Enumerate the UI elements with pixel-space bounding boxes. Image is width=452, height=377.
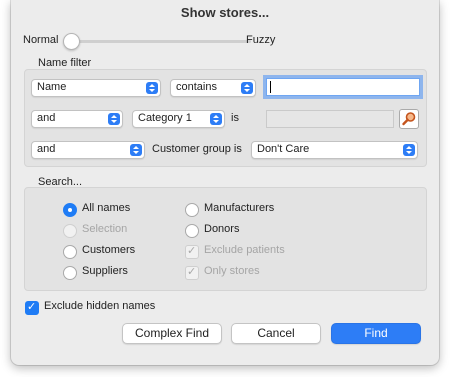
- suppliers-radio[interactable]: [63, 266, 77, 280]
- donors-radio[interactable]: [185, 224, 199, 238]
- updown-chevron-icon: [210, 113, 222, 125]
- selection-label: Selection: [82, 223, 128, 235]
- all-names-label: All names: [82, 202, 131, 214]
- match-slider-track[interactable]: [71, 40, 251, 43]
- category-popup-value: Category 1: [138, 112, 192, 124]
- checkmark-icon: ✓: [187, 266, 197, 278]
- exclude-hidden-checkbox[interactable]: ✓: [25, 301, 39, 315]
- checkmark-icon: ✓: [27, 301, 37, 313]
- updown-chevron-icon: [241, 82, 253, 94]
- name-filter-heading: Name filter: [38, 57, 92, 69]
- is-label: is: [231, 112, 239, 124]
- category-value-field: [266, 110, 394, 128]
- updown-chevron-icon: [403, 144, 415, 156]
- match-slider-knob[interactable]: [63, 33, 80, 50]
- customer-group-label: Customer group is: [152, 143, 242, 155]
- field-popup[interactable]: Name: [31, 79, 161, 97]
- customer-group-popup[interactable]: Don't Care: [251, 141, 418, 159]
- exclude-hidden-label: Exclude hidden names: [44, 300, 156, 312]
- text-caret: [270, 81, 271, 93]
- show-stores-dialog: Show stores... Normal Fuzzy Name filter …: [11, 0, 439, 365]
- slider-right-label: Fuzzy: [246, 34, 276, 46]
- updown-chevron-icon: [130, 144, 142, 156]
- find-button[interactable]: Find: [331, 323, 421, 344]
- manufacturers-radio[interactable]: [185, 203, 199, 217]
- donors-label: Donors: [204, 223, 240, 235]
- customers-radio[interactable]: [63, 245, 77, 259]
- complex-find-button[interactable]: Complex Find: [122, 323, 222, 344]
- selection-radio: [63, 224, 77, 238]
- conjunction-popup-1-value: and: [37, 112, 56, 124]
- exclude-patients-label: Exclude patients: [204, 244, 285, 256]
- operator-popup-value: contains: [176, 81, 217, 93]
- updown-chevron-icon: [108, 113, 120, 125]
- slider-left-label: Normal: [23, 34, 59, 46]
- only-stores-label: Only stores: [204, 265, 260, 277]
- all-names-radio[interactable]: [63, 203, 77, 217]
- cancel-button[interactable]: Cancel: [231, 323, 321, 344]
- conjunction-popup-2-value: and: [37, 143, 56, 155]
- suppliers-label: Suppliers: [82, 265, 128, 277]
- conjunction-popup-2[interactable]: and: [31, 141, 145, 159]
- lookup-button[interactable]: [399, 109, 419, 129]
- exclude-patients-checkbox: ✓: [185, 245, 199, 259]
- checkmark-icon: ✓: [187, 245, 197, 257]
- field-popup-value: Name: [37, 81, 67, 93]
- name-filter-input[interactable]: [266, 78, 420, 96]
- operator-popup[interactable]: contains: [170, 79, 256, 97]
- updown-chevron-icon: [146, 82, 158, 94]
- only-stores-checkbox: ✓: [185, 266, 199, 280]
- customer-group-popup-value: Don't Care: [257, 143, 310, 155]
- category-popup[interactable]: Category 1: [132, 110, 225, 128]
- conjunction-popup-1[interactable]: and: [31, 110, 123, 128]
- window-title: Show stores...: [180, 5, 270, 20]
- manufacturers-label: Manufacturers: [204, 202, 275, 214]
- customers-label: Customers: [82, 244, 136, 256]
- magnifier-icon: [402, 112, 416, 126]
